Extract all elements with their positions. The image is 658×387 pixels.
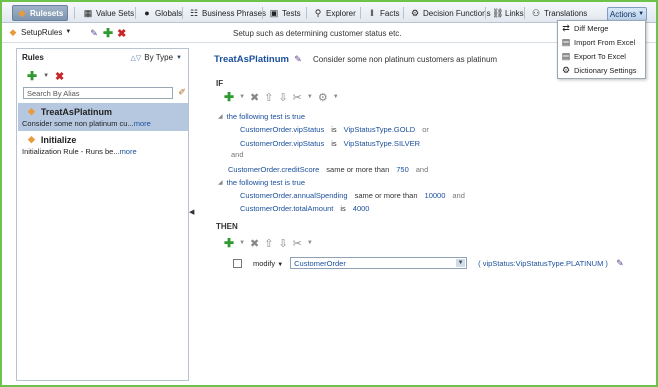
tab-business-phrases[interactable]: ☷ Business Phrases — [185, 5, 270, 21]
add-action-button[interactable]: ✚ — [224, 236, 234, 250]
rule-editor: TreatAsPlatinum ✎ Consider some non plat… — [196, 48, 656, 381]
rules-panel-title: Rules — [22, 52, 44, 62]
edit-arguments-icon[interactable]: ✎ — [615, 258, 625, 268]
ruleset-selector[interactable]: ◆ SetupRules ▼ — [8, 27, 72, 37]
delete-ruleset-icon[interactable]: ✖ — [117, 27, 126, 40]
rule-icon: ◆ — [28, 134, 35, 144]
settings-icon: ⚙ — [561, 65, 571, 75]
collapse-panel-handle[interactable]: ◀ — [189, 208, 194, 220]
condition-row[interactable]: CustomerOrder.vipStatus is VipStatusType… — [240, 139, 420, 148]
rules-panel: Rules △▽ By Type ▼ ✚ ▼ ✖ Search By Alias… — [16, 48, 189, 381]
import-icon: ▤ — [561, 37, 571, 47]
tab-explorer[interactable]: ⚲ Explorer — [309, 5, 360, 21]
chevron-down-icon: ▼ — [277, 261, 284, 268]
tab-translations[interactable]: ⚇ Translations — [527, 5, 591, 21]
search-alias-input[interactable]: Search By Alias — [23, 87, 173, 99]
settings-icon[interactable]: ⚙ — [318, 91, 328, 104]
move-up-icon[interactable]: ⇧ — [264, 237, 273, 250]
diff-merge-icon: ⇄ — [562, 23, 570, 33]
if-toolbar: ✚ ▼ ✖ ⇧ ⇩ ✂ ▼ ⚙ ▼ — [224, 90, 339, 104]
actions-menu: ⇄ Diff Merge ▤ Import From Excel ▤ Expor… — [557, 20, 646, 79]
facts-icon: ‖ — [370, 8, 374, 18]
chevron-down-icon: ▼ — [638, 11, 645, 17]
ruleset-icon: ◆ — [9, 27, 17, 37]
rule-icon: ◆ — [28, 106, 35, 116]
delete-rule-button[interactable]: ✖ — [55, 70, 64, 83]
chevron-down-icon[interactable]: ▼ — [239, 240, 245, 246]
business-phrases-icon: ☷ — [189, 8, 199, 18]
move-up-icon[interactable]: ⇧ — [264, 91, 273, 104]
move-down-icon[interactable]: ⇩ — [278, 237, 287, 250]
test-group[interactable]: ◢ the following test is true — [218, 112, 305, 121]
condition-row[interactable]: CustomerOrder.vipStatus is VipStatusType… — [240, 125, 429, 134]
menu-item-diff-merge[interactable]: ⇄ Diff Merge — [558, 21, 645, 35]
action-target-select[interactable]: CustomerOrder ▼ — [290, 257, 468, 269]
condition-row[interactable]: CustomerOrder.totalAmount is 4000 — [240, 204, 369, 213]
export-icon: ▤ — [561, 51, 571, 61]
chevron-down-icon[interactable]: ▼ — [43, 73, 49, 79]
more-link[interactable]: more — [134, 119, 151, 128]
then-label: THEN — [216, 222, 238, 231]
delete-icon[interactable]: ✖ — [250, 91, 259, 104]
delete-icon[interactable]: ✖ — [250, 237, 259, 250]
cut-icon[interactable]: ✂ — [293, 91, 302, 104]
expand-triangle-icon: ◢ — [218, 114, 223, 120]
decision-functions-icon: ⚙ — [410, 8, 420, 18]
test-group[interactable]: ◢ the following test is true — [218, 178, 305, 187]
explorer-icon: ⚲ — [314, 8, 322, 18]
sort-by-type[interactable]: △▽ By Type ▼ — [131, 53, 183, 62]
if-label: IF — [216, 79, 224, 88]
add-rule-button[interactable]: ✚ — [27, 69, 37, 83]
tab-decision-functions[interactable]: ⚙ Decision Functions — [406, 5, 495, 21]
rule-list-item[interactable]: ◆ TreatAsPlatinum Consider some non plat… — [18, 103, 188, 131]
action-arguments[interactable]: ( vipStatus:VipStatusType.PLATINUM ) — [478, 259, 608, 268]
tab-facts[interactable]: ‖ Facts — [363, 5, 404, 21]
links-icon: ⛓ — [492, 8, 504, 18]
clear-search-icon[interactable]: ✐ — [177, 87, 187, 97]
tab-rulesets[interactable]: ◆ Rulesets — [12, 5, 69, 21]
tab-globals[interactable]: ● Globals — [138, 5, 186, 21]
chevron-down-icon: ▼ — [456, 259, 466, 267]
chevron-down-icon[interactable]: ▼ — [333, 94, 339, 100]
expand-triangle-icon: ◢ — [218, 180, 223, 186]
translations-icon: ⚇ — [531, 8, 541, 18]
move-down-icon[interactable]: ⇩ — [278, 91, 287, 104]
more-link[interactable]: more — [120, 147, 137, 156]
chevron-down-icon[interactable]: ▼ — [307, 94, 313, 100]
ruleset-description: Setup such as determining customer statu… — [233, 29, 402, 38]
rule-description: Consider some non platinum customers as … — [313, 55, 498, 64]
edit-rule-icon[interactable]: ✎ — [293, 54, 303, 64]
menu-item-dictionary-settings[interactable]: ⚙ Dictionary Settings — [558, 63, 645, 77]
tab-tests[interactable]: ▣ Tests — [265, 5, 305, 21]
chevron-down-icon[interactable]: ▼ — [307, 240, 313, 246]
action-row: modify ▼ CustomerOrder ▼ ( vipStatus:Vip… — [233, 257, 625, 269]
edit-ruleset-icon[interactable]: ✎ — [89, 28, 99, 38]
condition-row[interactable]: CustomerOrder.creditScore same or more t… — [228, 165, 428, 174]
rule-name[interactable]: TreatAsPlatinum — [214, 54, 289, 65]
condition-row[interactable]: CustomerOrder.annualSpending same or mor… — [240, 191, 465, 200]
tab-value-sets[interactable]: ▦ Value Sets — [79, 5, 138, 21]
rulesets-icon: ◆ — [18, 8, 26, 18]
menu-item-import-excel[interactable]: ▤ Import From Excel — [558, 35, 645, 49]
sort-arrows-icon: △▽ — [130, 54, 142, 62]
chevron-down-icon: ▼ — [176, 54, 182, 61]
actions-button[interactable]: Actions ▼ — [607, 7, 647, 21]
chevron-down-icon: ▼ — [65, 29, 72, 35]
cut-icon[interactable]: ✂ — [293, 237, 302, 250]
and-connector: and — [231, 150, 244, 159]
value-sets-icon: ▦ — [83, 8, 93, 18]
then-toolbar: ✚ ▼ ✖ ⇧ ⇩ ✂ ▼ — [224, 236, 313, 250]
rule-list-item[interactable]: ◆ Initialize Initialization Rule - Runs … — [18, 131, 188, 159]
add-ruleset-icon[interactable]: ✚ — [103, 26, 113, 40]
globals-icon: ● — [144, 8, 150, 18]
action-verb-select[interactable]: modify ▼ — [253, 259, 283, 268]
tab-links[interactable]: ⛓ Links — [488, 5, 528, 21]
chevron-down-icon[interactable]: ▼ — [239, 94, 245, 100]
tests-icon: ▣ — [269, 8, 279, 18]
menu-item-export-excel[interactable]: ▤ Export To Excel — [558, 49, 645, 63]
add-test-button[interactable]: ✚ — [224, 90, 234, 104]
action-checkbox[interactable] — [233, 258, 242, 268]
